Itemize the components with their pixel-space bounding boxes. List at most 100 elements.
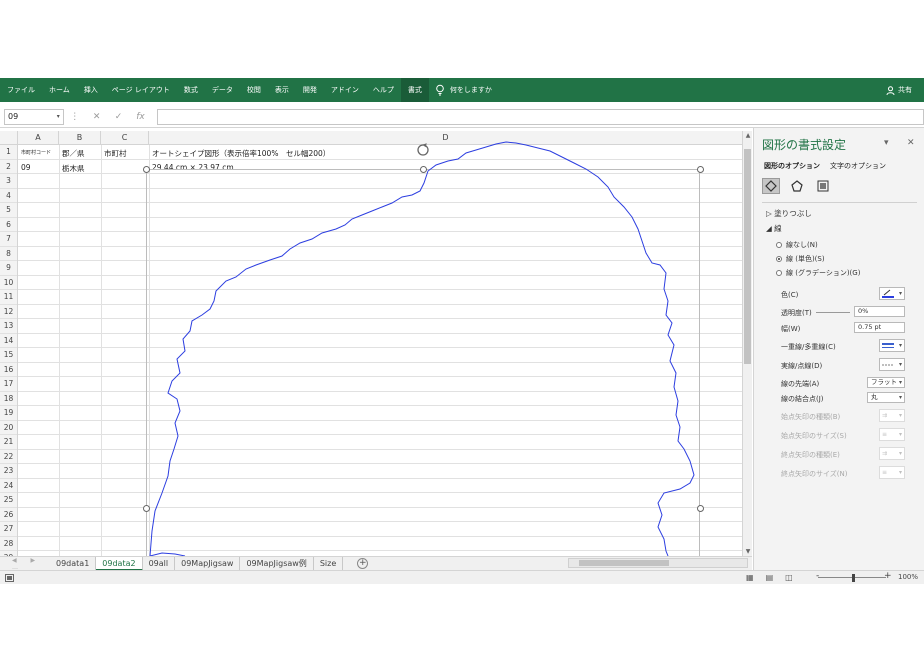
horizontal-scrollbar[interactable] bbox=[568, 558, 748, 568]
cap-type-label: 線の先端(A) bbox=[781, 380, 820, 388]
divider bbox=[762, 202, 917, 203]
tab-insert[interactable]: 挿入 bbox=[77, 78, 105, 102]
tab-formulas[interactable]: 数式 bbox=[177, 78, 205, 102]
add-sheet-icon[interactable]: + bbox=[357, 558, 369, 569]
begin-arrow-type-label: 始点矢印の種類(B) bbox=[781, 413, 841, 421]
sheet-tab-09all[interactable]: 09all bbox=[143, 556, 176, 571]
sheet-tab-09data1[interactable]: 09data1 bbox=[50, 556, 97, 571]
share-button[interactable]: 共有 bbox=[886, 78, 912, 102]
normal-view-icon[interactable]: ▦ bbox=[746, 573, 754, 582]
resize-handle[interactable] bbox=[697, 166, 704, 173]
tell-me-box[interactable]: 何をしますか bbox=[435, 84, 492, 96]
end-arrow-size-label: 終点矢印のサイズ(N) bbox=[781, 470, 848, 478]
pen-color-icon bbox=[882, 289, 894, 298]
page-break-view-icon[interactable]: ◫ bbox=[785, 573, 793, 582]
chevron-down-icon: ◢ bbox=[766, 224, 772, 233]
insert-function-icon[interactable]: fx bbox=[129, 112, 151, 122]
line-color-button[interactable]: ▾ bbox=[879, 287, 905, 300]
sheet-tab-09data2[interactable]: 09data2 bbox=[96, 556, 143, 571]
formula-input[interactable] bbox=[157, 108, 924, 125]
chevron-down-icon: ▾ bbox=[898, 431, 902, 438]
arrow-type-icon: ⇉ bbox=[882, 412, 888, 419]
width-input[interactable]: 0.75 pt bbox=[854, 322, 905, 333]
transparency-slider[interactable] bbox=[816, 312, 850, 313]
close-icon[interactable]: ✕ bbox=[907, 138, 915, 148]
ribbon-tabs: ファイル ホーム 挿入 ページ レイアウト 数式 データ 校閲 表示 開発 アド… bbox=[0, 78, 924, 102]
tab-file[interactable]: ファイル bbox=[0, 78, 42, 102]
begin-arrow-size-label: 始点矢印のサイズ(S) bbox=[781, 432, 847, 440]
fill-line-icon[interactable] bbox=[762, 178, 780, 194]
transparency-label: 透明度(T) bbox=[781, 309, 812, 317]
zoom-in-icon[interactable]: + bbox=[884, 571, 892, 581]
lightbulb-icon bbox=[436, 84, 444, 96]
width-label: 幅(W) bbox=[781, 325, 801, 333]
tab-data[interactable]: データ bbox=[205, 78, 240, 102]
tell-me-label: 何をしますか bbox=[449, 86, 492, 94]
chevron-down-icon: ▾ bbox=[56, 112, 60, 120]
name-box[interactable]: 09 ▾ bbox=[4, 108, 64, 125]
radio-no-line[interactable]: 線なし(N) bbox=[776, 240, 818, 250]
vertical-scrollbar[interactable]: ▲ ▼ bbox=[742, 131, 752, 556]
tab-help[interactable]: ヘルプ bbox=[366, 78, 401, 102]
sheet-nav-arrows-icon[interactable]: ◀ ▶ … bbox=[0, 557, 50, 571]
radio-icon bbox=[776, 270, 782, 276]
tab-addins[interactable]: アドイン bbox=[324, 78, 366, 102]
tab-home[interactable]: ホーム bbox=[42, 78, 77, 102]
chevron-down-icon: ▾ bbox=[898, 290, 902, 297]
tab-format[interactable]: 書式 bbox=[400, 78, 429, 102]
end-arrow-type-button[interactable]: ⇉ ▾ bbox=[879, 447, 905, 460]
zoom-level[interactable]: 100% bbox=[898, 573, 918, 581]
compound-type-label: 一重線/多重線(C) bbox=[781, 343, 836, 351]
view-buttons: ▦ ▤ ◫ bbox=[746, 573, 793, 582]
radio-solid-line[interactable]: 線 (単色)(S) bbox=[776, 254, 825, 264]
dash-type-button[interactable]: ▾ bbox=[879, 358, 905, 371]
join-type-dropdown[interactable]: 丸 bbox=[867, 392, 905, 403]
pane-options-icon[interactable]: ▾ bbox=[884, 138, 889, 148]
radio-selected-icon bbox=[776, 256, 782, 262]
prefecture-outline-shape[interactable] bbox=[0, 131, 742, 556]
end-arrow-size-button[interactable]: ≡ ▾ bbox=[879, 466, 905, 479]
zoom-slider-knob[interactable] bbox=[852, 574, 855, 582]
resize-handle[interactable] bbox=[420, 166, 427, 173]
begin-arrow-size-button[interactable]: ≡ ▾ bbox=[879, 428, 905, 441]
sheet-tab-size[interactable]: Size bbox=[314, 556, 344, 571]
fill-section-header[interactable]: ▷ 塗りつぶし bbox=[766, 208, 812, 219]
line-section-header[interactable]: ◢ 線 bbox=[766, 223, 782, 234]
chevron-down-icon: ▾ bbox=[898, 342, 902, 349]
size-properties-icon[interactable] bbox=[814, 178, 832, 194]
tab-developer[interactable]: 開発 bbox=[296, 78, 324, 102]
radio-gradient-line[interactable]: 線 (グラデーション)(G) bbox=[776, 268, 860, 278]
sheet-tab-09mapjigsaw-example[interactable]: 09MapJigsaw例 bbox=[240, 556, 314, 571]
tab-view[interactable]: 表示 bbox=[268, 78, 296, 102]
macro-record-icon[interactable] bbox=[5, 574, 14, 582]
resize-handle[interactable] bbox=[697, 505, 704, 512]
compound-type-button[interactable]: ▾ bbox=[879, 339, 905, 352]
zoom-out-icon[interactable]: - bbox=[816, 571, 819, 581]
tab-review[interactable]: 校閲 bbox=[240, 78, 268, 102]
tab-shape-options[interactable]: 図形のオプション bbox=[764, 161, 820, 171]
format-shape-pane: 図形の書式設定 ▾ ✕ 図形のオプション 文字のオプション ▷ 塗りつぶし ◢ … bbox=[753, 128, 924, 570]
resize-handle[interactable] bbox=[143, 166, 150, 173]
scroll-down-icon[interactable]: ▼ bbox=[743, 548, 753, 555]
confirm-icon[interactable]: ✓ bbox=[108, 112, 130, 122]
scrollbar-thumb[interactable] bbox=[579, 560, 669, 566]
sheet-tab-09mapjigsaw[interactable]: 09MapJigsaw bbox=[175, 556, 241, 571]
worksheet-grid[interactable]: A B C D 1 2 3 4 5 6 7 8 9 10 11 12 13 14… bbox=[0, 131, 742, 556]
cancel-icon[interactable]: ✕ bbox=[86, 112, 108, 122]
resize-handle[interactable] bbox=[143, 505, 150, 512]
tab-page-layout[interactable]: ページ レイアウト bbox=[105, 78, 177, 102]
dash-line-icon bbox=[882, 363, 894, 366]
transparency-input[interactable]: 0% bbox=[854, 306, 905, 317]
tab-text-options[interactable]: 文字のオプション bbox=[830, 161, 886, 171]
page-layout-view-icon[interactable]: ▤ bbox=[766, 573, 774, 582]
cap-type-dropdown[interactable]: フラット bbox=[867, 377, 905, 388]
scrollbar-thumb[interactable] bbox=[744, 149, 751, 364]
rotate-handle-icon[interactable] bbox=[416, 143, 430, 157]
radio-solid-line-label: 線 (単色)(S) bbox=[786, 255, 825, 263]
chevron-down-icon: ▾ bbox=[898, 450, 902, 457]
scroll-up-icon[interactable]: ▲ bbox=[743, 132, 753, 139]
pane-tabs: 図形のオプション 文字のオプション bbox=[764, 161, 886, 171]
effects-icon[interactable] bbox=[788, 178, 806, 194]
begin-arrow-type-button[interactable]: ⇉ ▾ bbox=[879, 409, 905, 422]
chevron-down-icon: ▾ bbox=[898, 469, 902, 476]
